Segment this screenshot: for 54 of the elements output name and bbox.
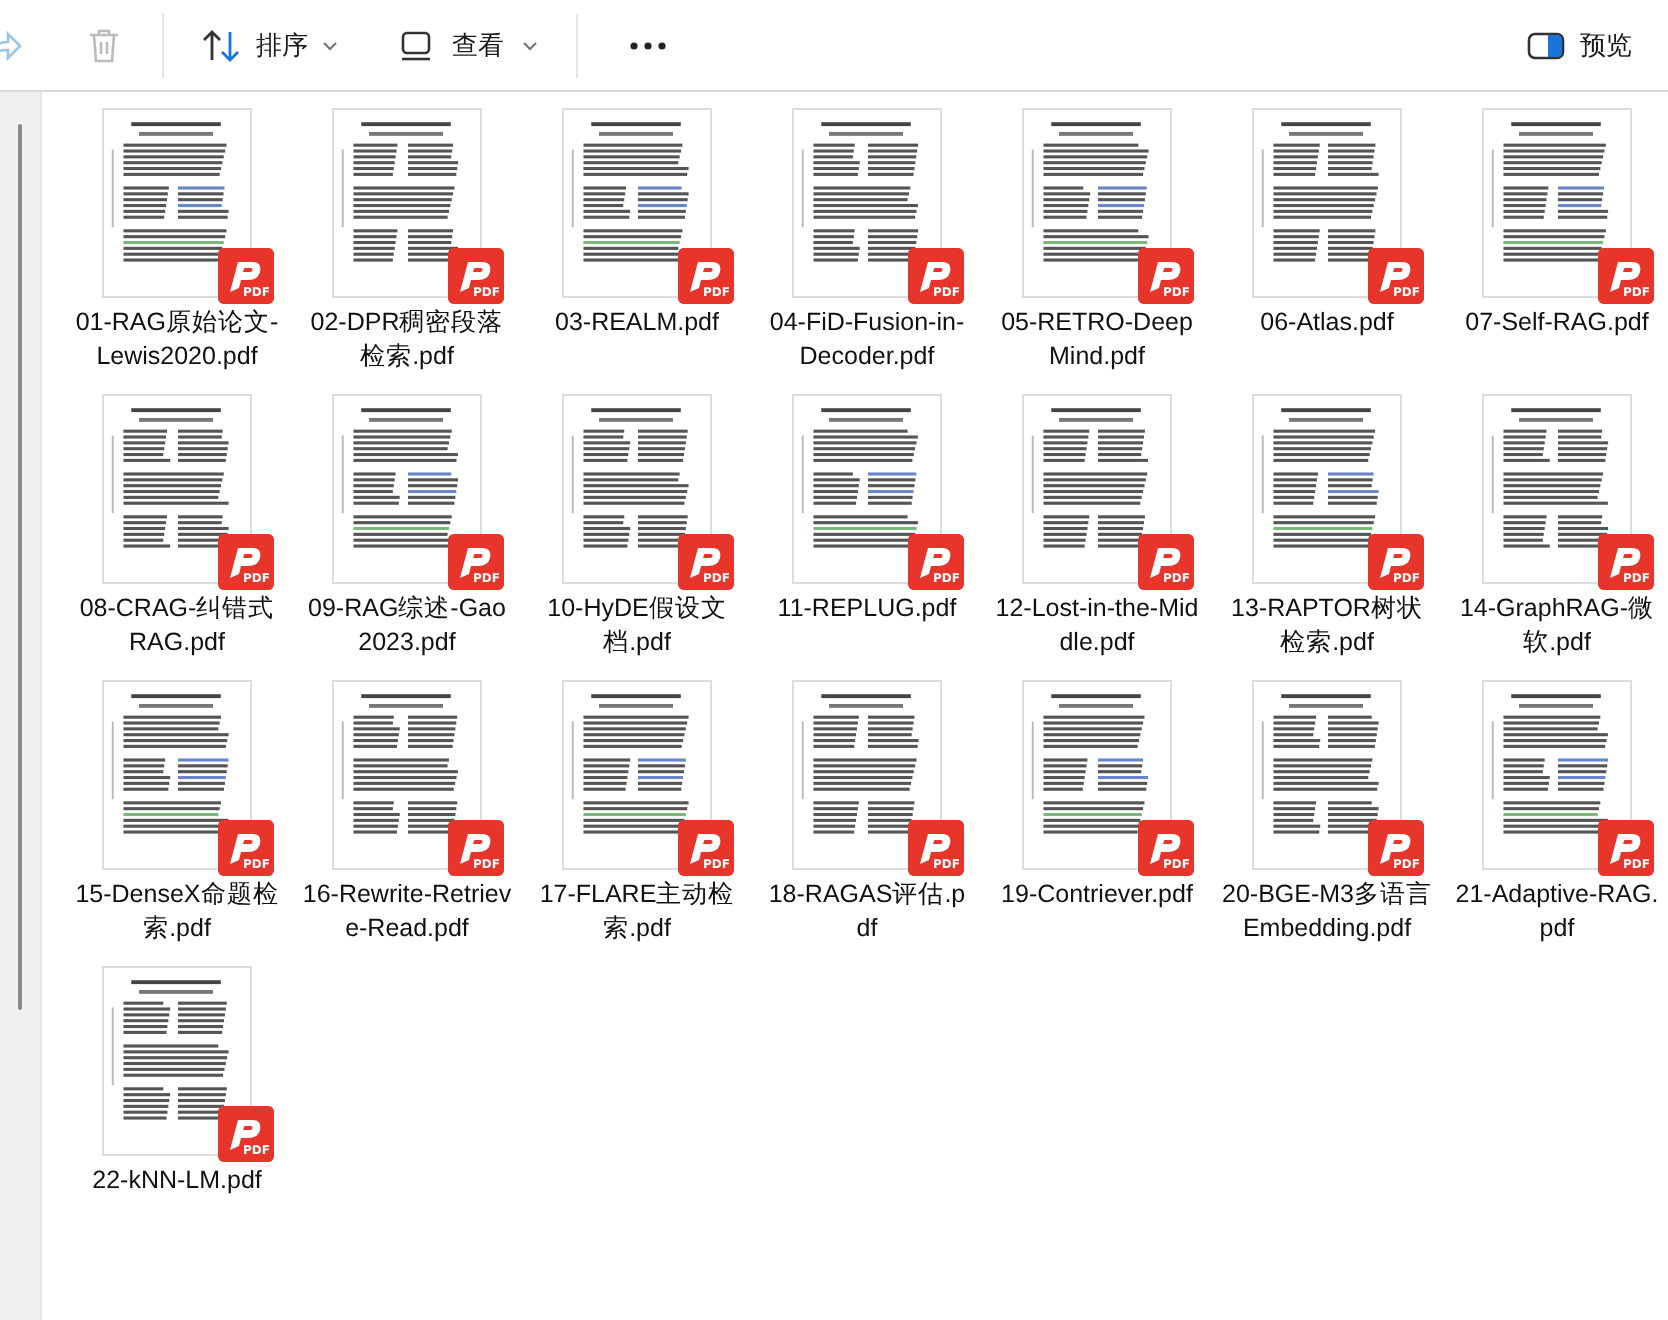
sort-icon: [202, 27, 242, 63]
file-name[interactable]: 13-RAPTOR树状检索.pdf: [1222, 592, 1432, 660]
file-name[interactable]: 20-BGE-M3多语言Embedding.pdf: [1222, 878, 1432, 946]
file-name[interactable]: 22-kNN-LM.pdf: [72, 1164, 282, 1198]
file-name[interactable]: 16-Rewrite-Retrieve-Read.pdf: [302, 878, 512, 946]
file-name[interactable]: 14-GraphRAG-微软.pdf: [1452, 592, 1662, 660]
scrollbar-thumb[interactable]: [18, 124, 22, 1010]
pdf-logo-icon: [1368, 248, 1424, 304]
file-name[interactable]: 07-Self-RAG.pdf: [1452, 306, 1662, 340]
pdf-logo-icon: [218, 820, 274, 876]
pdf-logo-icon: [1598, 534, 1654, 590]
more-icon[interactable]: [628, 39, 668, 51]
file-name[interactable]: 18-RAGAS评估.pdf: [762, 878, 972, 946]
pdf-logo-icon: [1598, 820, 1654, 876]
pdf-logo-icon: [218, 1106, 274, 1162]
file-name[interactable]: 02-DPR稠密段落检索.pdf: [302, 306, 512, 374]
pdf-logo-icon: [678, 820, 734, 876]
pdf-logo-icon: [448, 248, 504, 304]
view-button[interactable]: 查看: [390, 13, 546, 77]
file-name[interactable]: 21-Adaptive-RAG.pdf: [1452, 878, 1662, 946]
file-name[interactable]: 10-HyDE假设文档.pdf: [532, 592, 742, 660]
file-name[interactable]: 06-Atlas.pdf: [1222, 306, 1432, 340]
pdf-logo-icon: [678, 534, 734, 590]
chevron-icon: [522, 39, 538, 51]
pdf-logo-icon: [448, 820, 504, 876]
file-name[interactable]: 08-CRAG-纠错式RAG.pdf: [72, 592, 282, 660]
pdf-logo-icon: [1598, 248, 1654, 304]
preview-pane-icon: [1526, 29, 1566, 61]
pdf-logo-icon: [1138, 820, 1194, 876]
file-name[interactable]: 05-RETRO-DeepMind.pdf: [992, 306, 1202, 374]
pdf-logo-icon: [1138, 248, 1194, 304]
file-name[interactable]: 12-Lost-in-the-Middle.pdf: [992, 592, 1202, 660]
file-name[interactable]: 11-REPLUG.pdf: [762, 592, 972, 626]
pdf-logo-icon: [1368, 820, 1424, 876]
preview-button[interactable]: 预览: [1518, 27, 1640, 63]
pdf-logo-icon: [218, 534, 274, 590]
file-name[interactable]: 15-DenseX命题检索.pdf: [72, 878, 282, 946]
view-icon: [398, 27, 434, 63]
file-name[interactable]: 03-REALM.pdf: [532, 306, 742, 340]
chevron-icon: [322, 39, 338, 51]
file-name[interactable]: 01-RAG原始论文-Lewis2020.pdf: [72, 306, 282, 374]
pdf-logo-icon: [1368, 534, 1424, 590]
pdf-logo-icon: [218, 248, 274, 304]
pdf-logo-icon: [908, 248, 964, 304]
pdf-logo-icon: [908, 820, 964, 876]
pdf-logo-icon: [908, 534, 964, 590]
pdf-logo-icon: [678, 248, 734, 304]
sort-button[interactable]: 排序: [194, 13, 346, 77]
file-name[interactable]: 19-Contriever.pdf: [992, 878, 1202, 912]
pdf-logo-icon: [1138, 534, 1194, 590]
file-name[interactable]: 04-FiD-Fusion-in-Decoder.pdf: [762, 306, 972, 374]
file-name[interactable]: 09-RAG综述-Gao2023.pdf: [302, 592, 512, 660]
file-name[interactable]: 17-FLARE主动检索.pdf: [532, 878, 742, 946]
pdf-logo-icon: [448, 534, 504, 590]
